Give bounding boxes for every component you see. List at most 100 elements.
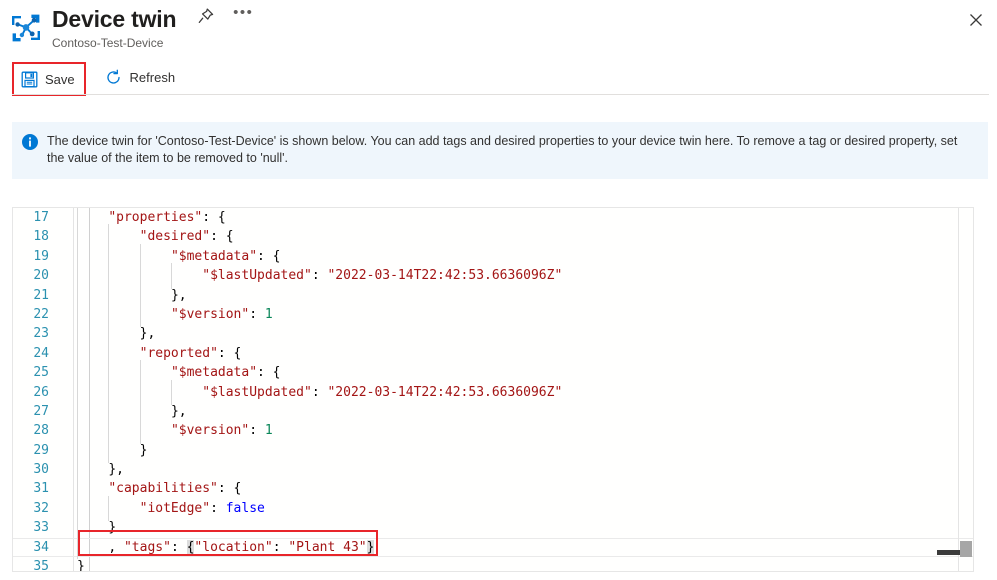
code-token: : [249, 423, 265, 438]
editor-line[interactable]: 19 "$metadata": { [13, 247, 973, 266]
indent-guide [108, 266, 139, 285]
indent-guide [108, 499, 139, 518]
indent-guide [140, 363, 171, 382]
line-content: "$lastUpdated": "2022-03-14T22:42:53.663… [61, 383, 562, 402]
indent-guide [77, 402, 108, 421]
line-content: } [61, 518, 116, 537]
editor-line[interactable]: 22 "$version": 1 [13, 305, 973, 324]
line-number: 19 [13, 247, 61, 266]
code-token: }, [171, 404, 187, 419]
indent-guide [108, 383, 139, 402]
code-token: : { [257, 249, 280, 264]
code-token: "desired" [140, 229, 210, 244]
editor-line[interactable]: 28 "$version": 1 [13, 421, 973, 440]
line-number: 23 [13, 324, 61, 343]
line-content: "$version": 1 [61, 421, 273, 440]
indent-guide [77, 421, 108, 440]
indent-guide [108, 305, 139, 324]
command-bar: Save Refresh [0, 62, 997, 94]
vertical-scrollbar-thumb[interactable] [960, 541, 972, 557]
save-button-highlight: Save [12, 62, 86, 96]
line-number: 21 [13, 286, 61, 305]
indent-guide [108, 324, 139, 343]
editor-line[interactable]: 33 } [13, 518, 973, 537]
info-banner: The device twin for 'Contoso-Test-Device… [12, 122, 988, 179]
code-token: "location" [194, 540, 272, 555]
editor-line[interactable]: 23 }, [13, 324, 973, 343]
json-editor[interactable]: 17 "properties": {18 "desired": {19 "$me… [12, 207, 974, 572]
refresh-button[interactable]: Refresh [99, 62, 185, 92]
editor-line[interactable]: 18 "desired": { [13, 227, 973, 246]
editor-line[interactable]: 29 } [13, 441, 973, 460]
editor-line[interactable]: 27 }, [13, 402, 973, 421]
editor-line[interactable]: 21 }, [13, 286, 973, 305]
line-number: 28 [13, 421, 61, 440]
pin-icon[interactable] [195, 6, 217, 28]
indent-guide [140, 266, 171, 285]
code-token: : [312, 268, 328, 283]
editor-line[interactable]: 25 "$metadata": { [13, 363, 973, 382]
indent-guide [140, 305, 171, 324]
indent-guide [77, 208, 108, 227]
code-token: : { [218, 346, 241, 361]
line-content: "$lastUpdated": "2022-03-14T22:42:53.663… [61, 266, 562, 285]
line-content: }, [61, 286, 187, 305]
refresh-button-label: Refresh [130, 70, 176, 85]
code-token: "$version" [171, 423, 249, 438]
code-token: } [140, 443, 148, 458]
page-subtitle: Contoso-Test-Device [52, 35, 255, 51]
save-button-label: Save [45, 72, 75, 87]
line-number: 32 [13, 499, 61, 518]
line-number: 29 [13, 441, 61, 460]
indent-guide [77, 266, 108, 285]
toolbar-divider [12, 94, 989, 95]
code-token: "$version" [171, 307, 249, 322]
editor-line[interactable]: 32 "iotEdge": false [13, 499, 973, 518]
indent-guide [140, 383, 171, 402]
editor-line[interactable]: 31 "capabilities": { [13, 479, 973, 498]
line-number: 20 [13, 266, 61, 285]
code-token: "$lastUpdated" [202, 385, 312, 400]
editor-line[interactable]: 34 , "tags": {"location": "Plant 43"} [13, 538, 973, 557]
indent-guide [77, 460, 108, 479]
code-token: "reported" [140, 346, 218, 361]
editor-line[interactable]: 26 "$lastUpdated": "2022-03-14T22:42:53.… [13, 383, 973, 402]
line-number: 30 [13, 460, 61, 479]
code-token: : [273, 540, 289, 555]
code-token: } [108, 520, 116, 535]
line-number: 27 [13, 402, 61, 421]
line-number: 17 [13, 208, 61, 227]
code-token: : { [202, 210, 225, 225]
editor-line[interactable]: 24 "reported": { [13, 344, 973, 363]
code-token: : [249, 307, 265, 322]
code-token: "$lastUpdated" [202, 268, 312, 283]
code-token: }, [108, 462, 124, 477]
refresh-icon [105, 68, 123, 86]
editor-line[interactable]: 17 "properties": { [13, 208, 973, 227]
editor-line[interactable]: 30 }, [13, 460, 973, 479]
save-disk-icon [20, 70, 38, 88]
info-banner-text: The device twin for 'Contoso-Test-Device… [47, 133, 976, 167]
code-token: "capabilities" [108, 481, 218, 496]
editor-code-area[interactable]: 17 "properties": {18 "desired": {19 "$me… [13, 208, 973, 571]
line-content: "iotEdge": false [61, 499, 265, 518]
ellipsis-icon[interactable]: ••• [231, 6, 255, 28]
editor-line[interactable]: 35} [13, 557, 973, 572]
line-number: 18 [13, 227, 61, 246]
line-number: 26 [13, 383, 61, 402]
line-content: }, [61, 460, 124, 479]
horizontal-scrollbar-thumb[interactable] [937, 550, 960, 555]
indent-guide [77, 363, 108, 382]
code-token: : [312, 385, 328, 400]
page-title: Device twin [52, 4, 176, 34]
editor-line[interactable]: 20 "$lastUpdated": "2022-03-14T22:42:53.… [13, 266, 973, 285]
indent-guide [77, 479, 108, 498]
save-button[interactable]: Save [14, 64, 84, 94]
close-icon[interactable] [963, 7, 989, 33]
indent-guide [77, 539, 108, 556]
indent-guide [140, 402, 171, 421]
line-content: } [61, 441, 147, 460]
code-token: : { [210, 229, 233, 244]
title-actions: ••• [195, 6, 255, 28]
indent-guide [140, 286, 171, 305]
